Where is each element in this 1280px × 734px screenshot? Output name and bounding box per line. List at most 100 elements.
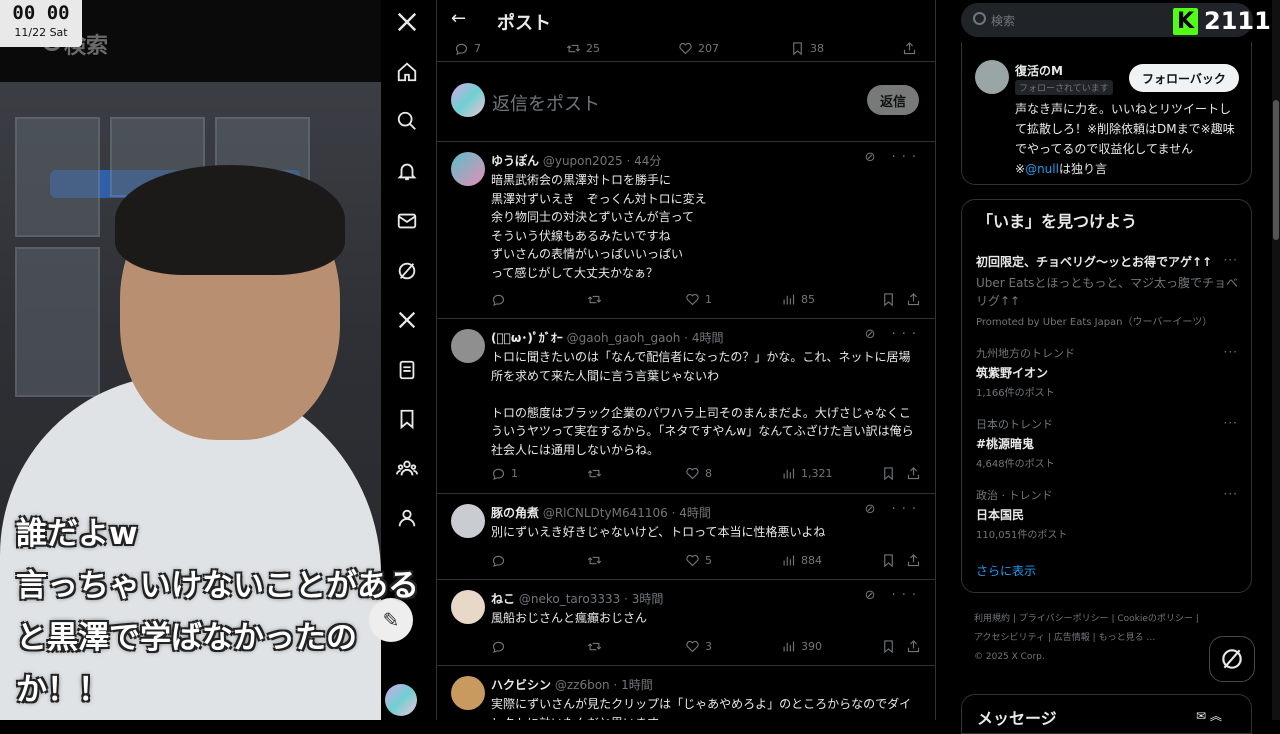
repost-icon[interactable]: [587, 639, 602, 654]
x-logo-icon[interactable]: [387, 2, 427, 42]
views-icon: [783, 294, 795, 305]
footer-link[interactable]: もっと見る …: [1099, 633, 1156, 643]
bookmark-icon[interactable]: [881, 639, 896, 654]
tweet-more-icon[interactable]: ⊘ ···: [865, 150, 922, 165]
tweet[interactable]: ゆうぽん @yupon2025 · 44分 ⊘ ··· 暗黒武術会の黒澤対トロを…: [437, 142, 935, 319]
share-icon[interactable]: [906, 292, 921, 307]
more-icon[interactable]: ···: [1224, 345, 1238, 359]
tweet[interactable]: ハクビシン @zz6bon · 1時間 実際にずいさんが見たクリップは「じゃあや…: [437, 666, 935, 720]
footer-link[interactable]: 利用規約: [974, 614, 1010, 624]
bio-text: 声なき声に力を。いいねとリツイートして拡散しろ！※削除依頼はDMまで※趣味でやっ…: [1015, 102, 1235, 156]
footer-link[interactable]: 広告情報: [1054, 633, 1090, 643]
list-icon[interactable]: [387, 350, 427, 390]
repost-icon[interactable]: [587, 466, 602, 481]
tweet[interactable]: (ﾟ･ω･)ﾟｶﾞｵｰ @gaoh_gaoh_gaoh · 4時間 ⊘ ··· …: [437, 319, 935, 494]
trend-context: 日本のトレンド: [976, 418, 1053, 431]
footer-link[interactable]: プライバシーポリシー: [1019, 614, 1109, 624]
bookmark-icon[interactable]: [881, 466, 896, 481]
repost-icon[interactable]: [587, 553, 602, 568]
tweet[interactable]: 豚の角煮 @RlCNLDtyM641106 · 4時間 ⊘ ··· 別にずいえき…: [437, 494, 935, 580]
scrollbar-thumb[interactable]: [1273, 100, 1279, 240]
scrollbar[interactable]: [1272, 0, 1280, 720]
more-icon[interactable]: ···: [1224, 487, 1238, 501]
reply-input[interactable]: 返信をポスト: [492, 90, 600, 116]
reply-action[interactable]: 7: [454, 41, 481, 56]
shelf: [15, 247, 100, 397]
tweet-header: (ﾟ･ω･)ﾟｶﾞｵｰ @gaoh_gaoh_gaoh · 4時間: [491, 329, 723, 346]
views-icon: [783, 468, 795, 479]
like-action[interactable]: 1: [685, 292, 712, 307]
tweet-more-icon[interactable]: ⊘ ···: [865, 588, 922, 603]
reply-icon[interactable]: [491, 292, 506, 307]
views-action[interactable]: 884: [781, 553, 822, 568]
share-icon[interactable]: [906, 553, 921, 568]
tweet-text: 暗黒武術会の黒澤対トロを勝手に 黒澤対ずいえき ぞっくん対トロに変え 余り物同士…: [491, 173, 707, 280]
tweet-header: ゆうぽん @yupon2025 · 44分: [491, 152, 661, 169]
grok-icon[interactable]: [387, 251, 427, 291]
show-more-link[interactable]: さらに表示: [976, 562, 1036, 579]
communities-icon[interactable]: [387, 448, 427, 488]
tweet-author[interactable]: (ﾟ･ω･)ﾟｶﾞｵｰ: [491, 331, 563, 345]
tweet-avatar[interactable]: [451, 152, 485, 186]
like-action[interactable]: 5: [685, 553, 712, 568]
messages-drawer[interactable]: メッセージ ✉ ︽: [961, 694, 1252, 734]
kick-logo: K: [1173, 7, 1198, 35]
view-count: 390: [801, 640, 822, 653]
more-icon[interactable]: ···: [1224, 253, 1238, 267]
like-count: 5: [705, 554, 712, 567]
grok-button[interactable]: [1209, 636, 1255, 682]
repost-action[interactable]: 25: [566, 41, 600, 56]
home-icon[interactable]: [387, 52, 427, 92]
tweet[interactable]: ねこ @neko_taro3333 · 3時間 ⊘ ··· 風船おじさんと瘋癲お…: [437, 580, 935, 666]
bookmark-action[interactable]: 38: [790, 41, 824, 56]
page-title: ポスト: [497, 13, 551, 34]
reply-button[interactable]: 返信: [867, 85, 919, 115]
follow-back-button[interactable]: フォローバック: [1129, 64, 1239, 92]
views-action[interactable]: 390: [781, 639, 822, 654]
profile-card: 復活のM フォローされています フォローバック 声なき声に力を。いいねとリツイー…: [961, 42, 1252, 185]
bell-icon[interactable]: [387, 151, 427, 191]
trend-item[interactable]: 九州地方のトレンド 筑紫野イオン 1,166件のポスト ···: [976, 345, 1238, 399]
tweet-author[interactable]: ゆうぽん: [491, 154, 539, 168]
reply-action[interactable]: 1: [491, 466, 518, 481]
reply-count: 7: [474, 42, 481, 55]
search-icon[interactable]: [387, 101, 427, 141]
views-action[interactable]: 85: [781, 292, 815, 307]
heart-icon: [686, 640, 699, 653]
new-message-icon[interactable]: ✉ ︽: [1196, 707, 1222, 724]
tweet-more-icon[interactable]: ⊘ ···: [865, 327, 922, 342]
trend-item[interactable]: 日本のトレンド #桃源暗鬼 4,648件のポスト ···: [976, 416, 1238, 470]
share-action[interactable]: [902, 41, 917, 56]
tweet-more-icon[interactable]: ⊘ ···: [865, 502, 922, 517]
share-icon[interactable]: [906, 466, 921, 481]
heart-icon: [686, 467, 699, 480]
like-action[interactable]: 8: [685, 466, 712, 481]
tweet-author[interactable]: 豚の角煮: [491, 506, 539, 520]
more-icon[interactable]: ···: [1224, 416, 1238, 430]
trend-count: 110,051件のポスト: [976, 530, 1068, 541]
repost-count: 25: [586, 42, 600, 55]
profile-name[interactable]: 復活のM: [1015, 62, 1063, 79]
share-icon[interactable]: [906, 639, 921, 654]
footer-link[interactable]: アクセシビリティ: [974, 633, 1045, 643]
footer-link[interactable]: Cookieのポリシー: [1117, 614, 1193, 624]
tweet-author[interactable]: ハクビシン: [491, 678, 551, 692]
trend-name: 日本国民: [976, 508, 1025, 522]
bookmark-icon[interactable]: [881, 553, 896, 568]
bookmark-icon[interactable]: [881, 292, 896, 307]
trend-item[interactable]: 政治 · トレンド 日本国民 110,051件のポスト ···: [976, 487, 1238, 541]
views-action[interactable]: 1,321: [781, 466, 833, 481]
clock-date: 11/22 Sat: [14, 26, 68, 39]
x-premium-icon[interactable]: [387, 300, 427, 340]
profile-avatar[interactable]: [975, 60, 1009, 94]
tweet-avatar[interactable]: [451, 329, 485, 363]
bookmark-icon[interactable]: [387, 399, 427, 439]
mail-icon[interactable]: [387, 201, 427, 241]
bio-mention[interactable]: @null: [1025, 162, 1059, 176]
promoted-trend[interactable]: 初回限定、チョベリグ〜ッとお得でアゲ↑↑ Uber Eatsとほっともっと、マジ…: [976, 253, 1238, 328]
repost-icon[interactable]: [587, 292, 602, 307]
right-sidebar: 検索 K 2111 復活のM フォローされています フォローバック 声なき声に力…: [936, 0, 1280, 734]
back-arrow-icon[interactable]: ←: [451, 8, 466, 29]
like-action[interactable]: 207: [678, 41, 719, 56]
like-action[interactable]: 3: [685, 639, 712, 654]
